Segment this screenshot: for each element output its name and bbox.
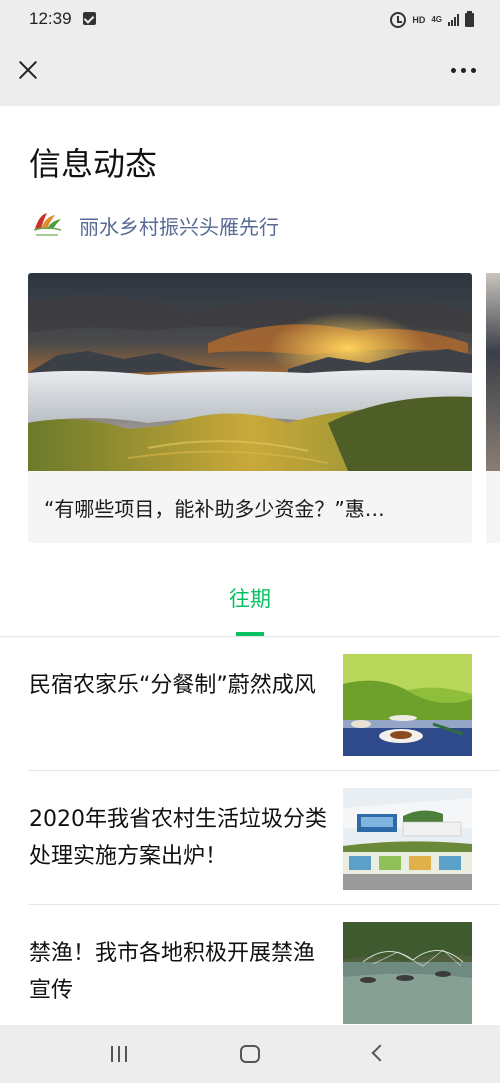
article-title: 禁渔！我市各地积极开展禁渔宣传 <box>29 941 316 1003</box>
status-time: 12:39 <box>29 9 72 28</box>
list-item[interactable]: 民宿农家乐“分餐制”蔚然成风 <box>0 637 500 771</box>
featured-article-image <box>28 273 472 471</box>
next-featured-image <box>486 273 500 471</box>
home-icon[interactable] <box>240 1045 260 1063</box>
battery-icon <box>465 11 474 27</box>
hd-indicator: HD <box>412 15 426 25</box>
page-title: 信息动态 <box>29 145 158 183</box>
account-logo <box>29 207 65 243</box>
close-icon[interactable] <box>14 56 42 84</box>
account-row[interactable]: 丽水乡村振兴头雁先行 <box>29 205 279 245</box>
featured-article-card[interactable]: “有哪些项目，能补助多少资金？”惠… <box>28 273 472 543</box>
article-title: 民宿农家乐“分餐制”蔚然成风 <box>29 673 316 698</box>
network-type: 4G <box>431 15 442 24</box>
article-thumbnail <box>343 922 472 1024</box>
more-icon[interactable] <box>451 68 476 73</box>
next-featured-card-peek[interactable] <box>486 273 500 543</box>
article-thumbnail <box>343 654 472 756</box>
tab-past[interactable]: 往期 <box>0 583 500 613</box>
alarm-icon <box>390 12 407 28</box>
status-indicators: HD 4G <box>390 10 474 30</box>
article-title: 2020年我省农村生活垃圾分类处理实施方案出炉！ <box>29 807 327 869</box>
nav-bar <box>0 40 500 106</box>
signal-icon <box>448 14 459 26</box>
back-icon[interactable] <box>371 1044 389 1062</box>
featured-article-title: “有哪些项目，能补助多少资金？”惠… <box>44 497 385 521</box>
account-name: 丽水乡村振兴头雁先行 <box>79 214 279 239</box>
list-item[interactable]: 2020年我省农村生活垃圾分类处理实施方案出炉！ <box>0 771 500 905</box>
notification-check-icon <box>83 12 96 25</box>
recent-apps-icon[interactable] <box>111 1046 127 1062</box>
system-nav-bar <box>0 1025 500 1083</box>
status-bar: 12:39 HD 4G <box>0 0 500 40</box>
list-item[interactable]: 禁渔！我市各地积极开展禁渔宣传 <box>0 905 500 1039</box>
article-thumbnail <box>343 788 472 890</box>
